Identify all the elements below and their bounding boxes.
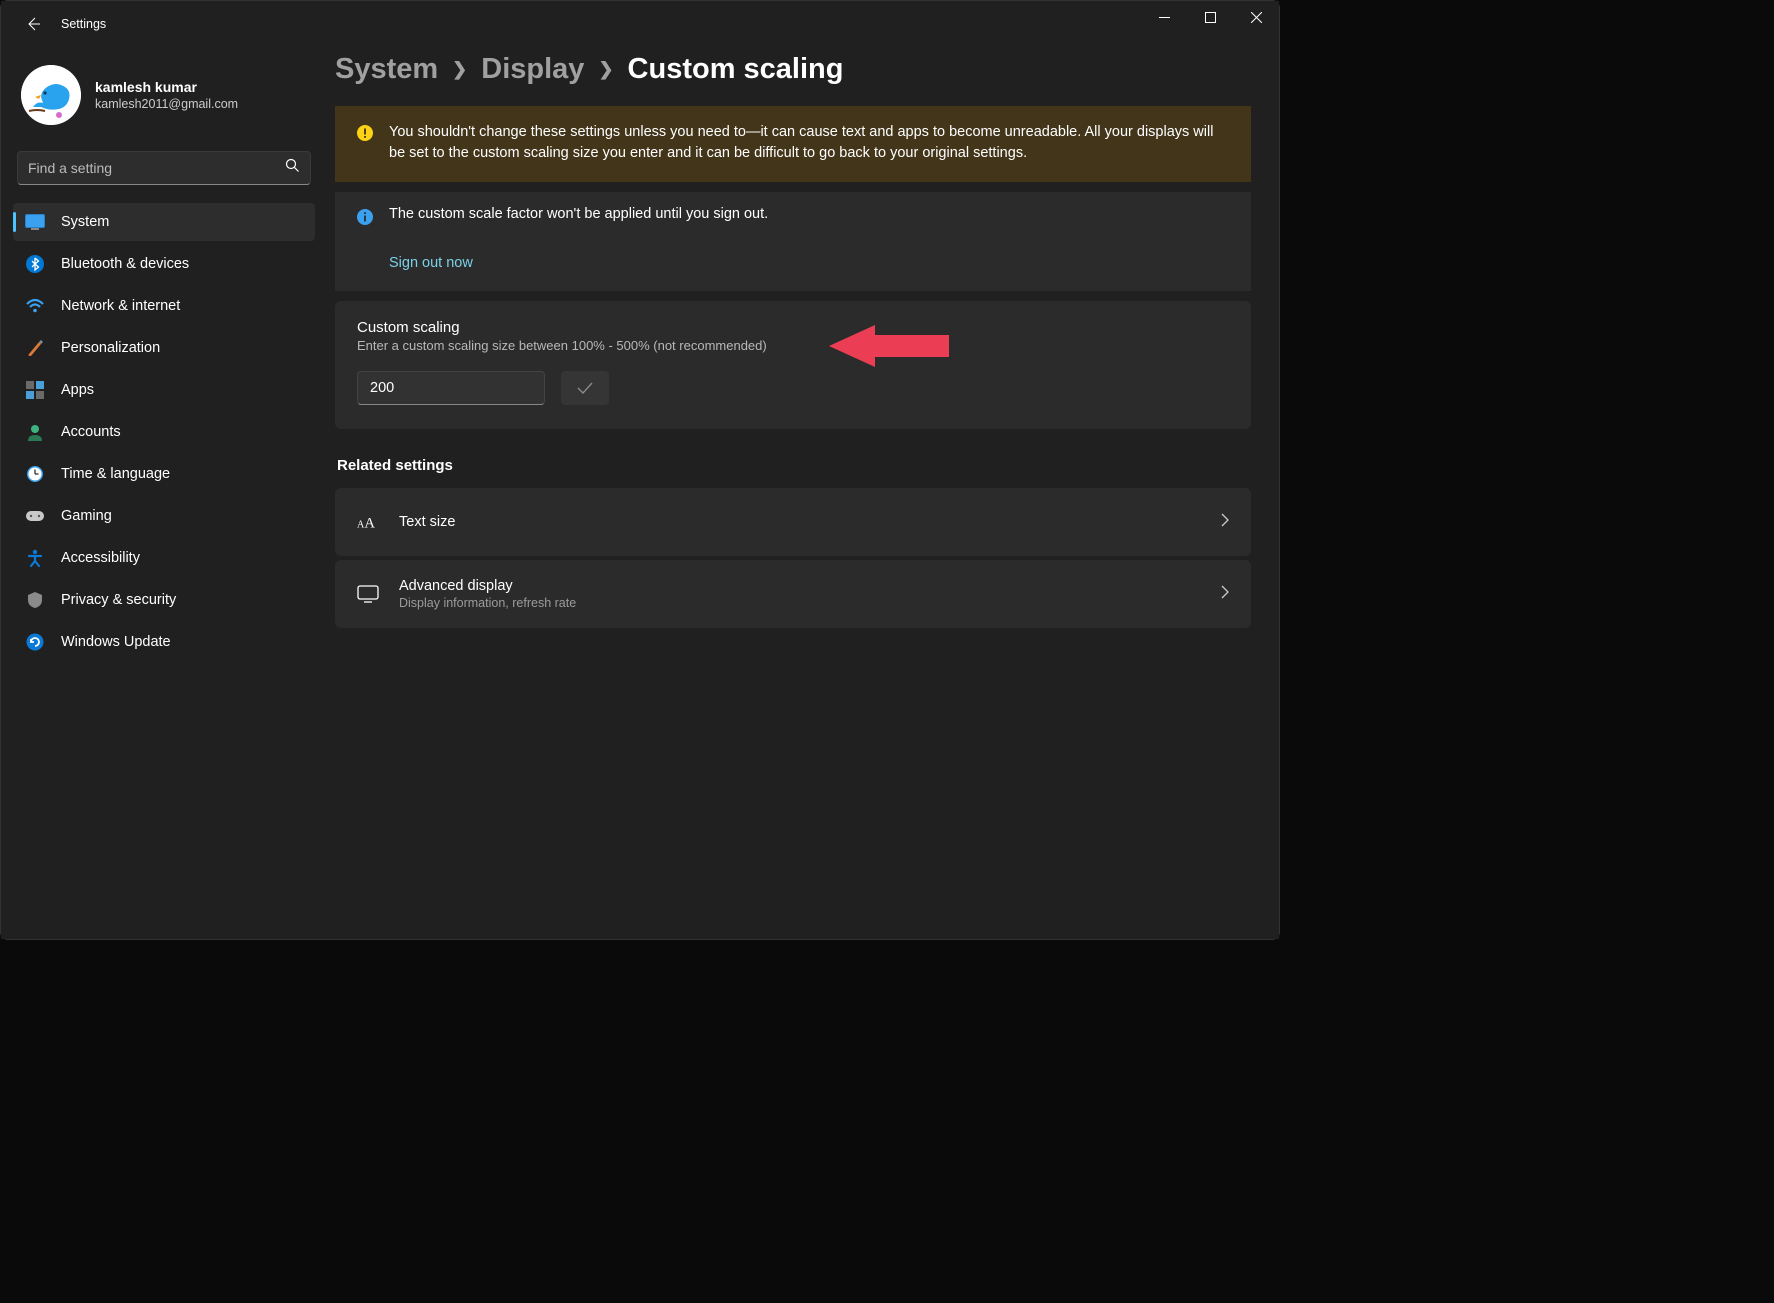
info-icon bbox=[357, 209, 373, 225]
related-text-size[interactable]: AA Text size bbox=[335, 488, 1251, 556]
nav-label: Time & language bbox=[61, 466, 170, 482]
wifi-icon bbox=[25, 296, 45, 316]
breadcrumb-current: Custom scaling bbox=[628, 53, 844, 86]
app-title: Settings bbox=[61, 17, 106, 31]
nav-apps[interactable]: Apps bbox=[13, 371, 315, 409]
warning-text: You shouldn't change these settings unle… bbox=[389, 122, 1227, 164]
main-content: System ❯ Display ❯ Custom scaling You sh… bbox=[321, 47, 1279, 665]
apply-button[interactable] bbox=[561, 371, 609, 405]
nav-label: Accessibility bbox=[61, 550, 140, 566]
brush-icon bbox=[25, 338, 45, 358]
check-icon bbox=[576, 381, 594, 395]
scaling-input[interactable] bbox=[357, 371, 545, 405]
nav-label: System bbox=[61, 214, 109, 230]
window-controls bbox=[1141, 1, 1279, 33]
breadcrumb-display[interactable]: Display bbox=[481, 53, 584, 86]
text-size-icon: AA bbox=[357, 513, 379, 531]
search-input[interactable] bbox=[28, 160, 285, 176]
related-item-title: Advanced display bbox=[399, 578, 1200, 594]
chevron-right-icon bbox=[1220, 585, 1229, 604]
gamepad-icon bbox=[25, 506, 45, 526]
search-icon bbox=[285, 158, 300, 178]
display-icon bbox=[25, 212, 45, 232]
nav-label: Accounts bbox=[61, 424, 121, 440]
nav-label: Apps bbox=[61, 382, 94, 398]
nav-label: Gaming bbox=[61, 508, 112, 524]
titlebar: Settings bbox=[1, 1, 1279, 47]
nav-label: Network & internet bbox=[61, 298, 180, 314]
nav-label: Windows Update bbox=[61, 634, 171, 650]
bluetooth-icon bbox=[25, 254, 45, 274]
nav-label: Bluetooth & devices bbox=[61, 256, 189, 272]
custom-scaling-card: Custom scaling Enter a custom scaling si… bbox=[335, 301, 1251, 429]
chevron-right-icon bbox=[1220, 513, 1229, 532]
svg-text:A: A bbox=[364, 516, 375, 532]
update-icon bbox=[25, 632, 45, 652]
user-name: kamlesh kumar bbox=[95, 79, 238, 95]
warning-icon bbox=[357, 125, 373, 141]
scaling-title: Custom scaling bbox=[357, 319, 1229, 336]
monitor-icon bbox=[357, 585, 379, 603]
info-text: The custom scale factor won't be applied… bbox=[389, 206, 768, 222]
nav-accounts[interactable]: Accounts bbox=[13, 413, 315, 451]
warning-banner: You shouldn't change these settings unle… bbox=[335, 106, 1251, 182]
nav-time[interactable]: Time & language bbox=[13, 455, 315, 493]
nav-accessibility[interactable]: Accessibility bbox=[13, 539, 315, 577]
minimize-button[interactable] bbox=[1141, 1, 1187, 33]
clock-icon bbox=[25, 464, 45, 484]
breadcrumb-system[interactable]: System bbox=[335, 53, 438, 86]
shield-icon bbox=[25, 590, 45, 610]
nav-system[interactable]: System bbox=[13, 203, 315, 241]
sign-out-link[interactable]: Sign out now bbox=[389, 241, 1227, 271]
back-button[interactable] bbox=[19, 10, 47, 38]
info-banner: The custom scale factor won't be applied… bbox=[335, 192, 1251, 291]
accessibility-icon bbox=[25, 548, 45, 568]
chevron-right-icon: ❯ bbox=[598, 59, 613, 80]
nav-bluetooth[interactable]: Bluetooth & devices bbox=[13, 245, 315, 283]
nav-network[interactable]: Network & internet bbox=[13, 287, 315, 325]
close-button[interactable] bbox=[1233, 1, 1279, 33]
account-icon bbox=[25, 422, 45, 442]
nav-label: Privacy & security bbox=[61, 592, 176, 608]
nav-privacy[interactable]: Privacy & security bbox=[13, 581, 315, 619]
maximize-button[interactable] bbox=[1187, 1, 1233, 33]
nav-label: Personalization bbox=[61, 340, 160, 356]
apps-icon bbox=[25, 380, 45, 400]
user-email: kamlesh2011@gmail.com bbox=[95, 97, 238, 111]
related-item-subtitle: Display information, refresh rate bbox=[399, 596, 1200, 610]
nav-update[interactable]: Windows Update bbox=[13, 623, 315, 661]
chevron-right-icon: ❯ bbox=[452, 59, 467, 80]
scaling-subtitle: Enter a custom scaling size between 100%… bbox=[357, 338, 1229, 353]
related-advanced-display[interactable]: Advanced display Display information, re… bbox=[335, 560, 1251, 628]
related-header: Related settings bbox=[337, 457, 1251, 474]
user-block[interactable]: kamlesh kumar kamlesh2011@gmail.com bbox=[13, 61, 315, 145]
nav-personalization[interactable]: Personalization bbox=[13, 329, 315, 367]
sidebar: kamlesh kumar kamlesh2011@gmail.com Syst… bbox=[13, 47, 321, 665]
related-item-title: Text size bbox=[399, 514, 1200, 530]
nav-gaming[interactable]: Gaming bbox=[13, 497, 315, 535]
search-box[interactable] bbox=[17, 151, 311, 185]
avatar bbox=[21, 65, 81, 125]
breadcrumb: System ❯ Display ❯ Custom scaling bbox=[335, 53, 1251, 86]
